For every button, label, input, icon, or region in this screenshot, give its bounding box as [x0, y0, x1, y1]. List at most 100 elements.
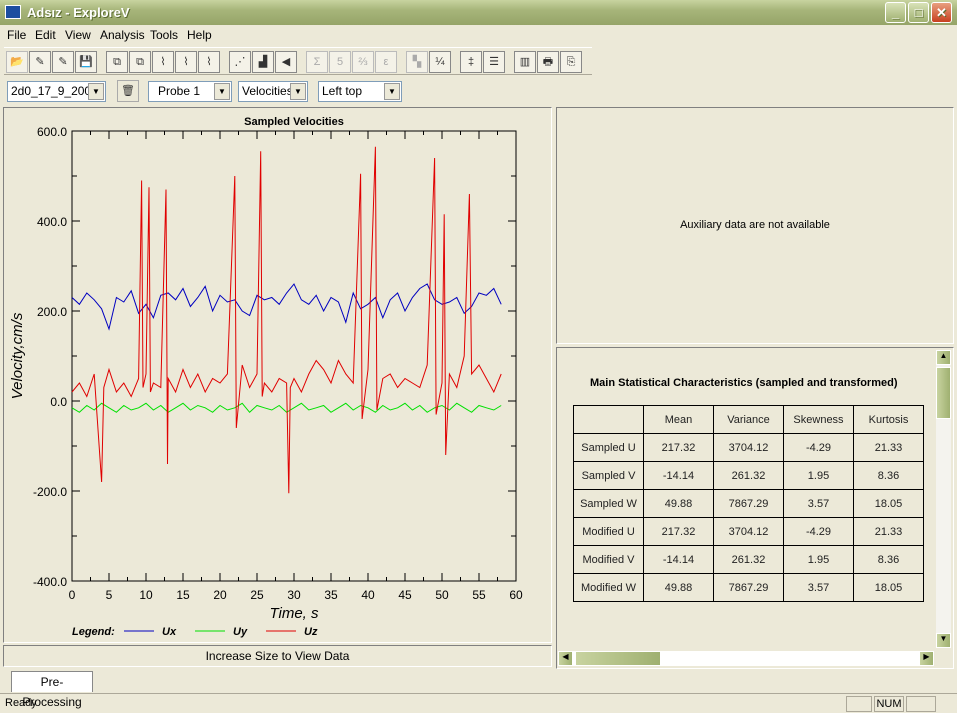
x-tick-label: 10 — [139, 588, 153, 602]
position-select-value: Left top — [322, 84, 363, 98]
tab-pre-processing[interactable]: Pre-Processing — [11, 671, 93, 709]
status-bar: Ready NUM — [0, 693, 957, 713]
title-bar: Adsız - ExploreV _ □ ✕ — [0, 0, 957, 25]
series-line-ux — [71, 283, 502, 331]
table-cell: 3704.12 — [713, 517, 784, 546]
tool-2-3-button[interactable]: ⅔ — [352, 51, 374, 73]
edit-probe-button[interactable]: ✎ — [29, 51, 51, 73]
table-cell: 1.95 — [783, 545, 854, 574]
histogram-button[interactable]: ▟ — [252, 51, 274, 73]
status-text: Ready — [5, 697, 37, 709]
x-tick-label: 55 — [472, 588, 486, 602]
save-icon: 💾 — [79, 56, 93, 68]
menu-help[interactable]: Help — [187, 28, 212, 42]
scroll-right-button[interactable]: ▶ — [919, 651, 934, 666]
vertical-scroll-thumb[interactable] — [936, 367, 951, 419]
table-cell: 3704.12 — [713, 433, 784, 462]
horizontal-scrollbar[interactable]: ◀ ▶ — [558, 651, 934, 666]
x-tick-label: 5 — [106, 588, 113, 602]
copy-button[interactable]: ⎘ — [560, 51, 582, 73]
histogram-icon: ▟ — [258, 56, 268, 68]
open-icon: 📂 — [10, 56, 24, 68]
scatter-icon: ⋰ — [234, 56, 246, 68]
table-cell: Sampled W — [573, 489, 644, 518]
sum-button[interactable]: Σ — [306, 51, 328, 73]
plot-1-button[interactable]: ⌇ — [152, 51, 174, 73]
probe-plot-button[interactable]: ‡ — [460, 51, 482, 73]
edit-probe-icon: ✎ — [35, 56, 45, 68]
fraction-grid-button[interactable]: ¼ — [429, 51, 451, 73]
table-cell: 1.95 — [783, 461, 854, 490]
save-button[interactable]: 💾 — [75, 51, 97, 73]
copy-window-button[interactable]: ⧉ — [106, 51, 128, 73]
table-cell: 217.32 — [643, 433, 714, 462]
table-cell: Variance — [713, 405, 784, 434]
velocity-chart: Sampled Velocities 0 5 10 15 20 25 30 35 40 45 50 55… — [9, 116, 523, 638]
table-row: Sampled W 49.88 7867.29 3.57 18.05 — [573, 489, 924, 518]
app-icon — [5, 5, 21, 19]
table-cell: Modified U — [573, 517, 644, 546]
ruler-button[interactable]: ▥ — [514, 51, 536, 73]
plot-3-button[interactable]: ⌇ — [198, 51, 220, 73]
x-tick-label: 40 — [361, 588, 375, 602]
list-button[interactable]: ☰ — [483, 51, 505, 73]
table-cell: 8.36 — [853, 461, 924, 490]
probe-select[interactable]: Probe 1 ▼ — [148, 81, 232, 102]
maximize-button[interactable]: □ — [908, 2, 929, 23]
plot-2-button[interactable]: ⌇ — [175, 51, 197, 73]
quantity-select-value: Velocities — [242, 84, 293, 98]
menu-tools[interactable]: Tools — [150, 28, 178, 42]
table-cell: -4.29 — [783, 433, 854, 462]
delete-button[interactable]: 🗑 — [117, 80, 139, 102]
copy-window-icon: ⧉ — [113, 56, 121, 68]
tool-gray-button[interactable]: ▚ — [406, 51, 428, 73]
table-cell: Modified V — [573, 545, 644, 574]
window-title: Adsız - ExploreV — [27, 5, 130, 20]
x-tick-label: 60 — [509, 588, 523, 602]
x-tick-label: 50 — [435, 588, 449, 602]
close-button[interactable]: ✕ — [931, 2, 952, 23]
tool-5-button[interactable]: 5 — [329, 51, 351, 73]
series-line-uz — [71, 146, 502, 494]
copy-window-2-button[interactable]: ⧉ — [129, 51, 151, 73]
ruler-icon: ▥ — [519, 56, 531, 68]
tool-epsilon-icon: ε — [383, 56, 389, 68]
table-cell: 261.32 — [713, 545, 784, 574]
table-cell: Mean — [643, 405, 714, 434]
table-cell: Kurtosis — [853, 405, 924, 434]
chevron-down-icon: ▼ — [214, 83, 230, 100]
table-cell: 8.36 — [853, 545, 924, 574]
position-select[interactable]: Left top ▼ — [318, 81, 402, 102]
file-select[interactable]: 2d0_17_9_2009 ▼ — [7, 81, 106, 102]
table-cell: 49.88 — [643, 573, 714, 602]
x-tick-label: 0 — [69, 588, 76, 602]
scroll-left-button[interactable]: ◀ — [558, 651, 573, 666]
stats-title: Main Statistical Characteristics (sample… — [590, 377, 898, 389]
menu-file[interactable]: File — [7, 28, 26, 42]
open-button[interactable]: 📂 — [6, 51, 28, 73]
x-tick-label: 45 — [398, 588, 412, 602]
scatter-button[interactable]: ⋰ — [229, 51, 251, 73]
aux-message: Auxiliary data are not available — [680, 219, 830, 231]
menu-analysis[interactable]: Analysis — [100, 28, 145, 42]
table-row: Modified W 49.88 7867.29 3.57 18.05 — [573, 573, 924, 602]
color-button[interactable]: ◀ — [275, 51, 297, 73]
tool-epsilon-button[interactable]: ε — [375, 51, 397, 73]
table-cell: 7867.29 — [713, 489, 784, 518]
print-button[interactable]: 🖶 — [537, 51, 559, 73]
legend-label-ux: Ux — [162, 626, 177, 638]
table-row: Sampled V -14.14 261.32 1.95 8.36 — [573, 461, 924, 490]
trash-icon: 🗑 — [121, 85, 135, 97]
table-cell: 18.05 — [853, 489, 924, 518]
menu-edit[interactable]: Edit — [35, 28, 56, 42]
scroll-up-button[interactable]: ▲ — [936, 350, 951, 365]
horizontal-scroll-thumb[interactable] — [575, 651, 661, 666]
minimize-button[interactable]: _ — [885, 2, 906, 23]
menu-view[interactable]: View — [65, 28, 91, 42]
edit-probe-2-button[interactable]: ✎ — [52, 51, 74, 73]
x-tick-label: 20 — [213, 588, 227, 602]
quantity-select[interactable]: Velocities ▼ — [238, 81, 308, 102]
vertical-scrollbar[interactable]: ▲ ▼ — [936, 350, 951, 648]
x-tick-label: 15 — [176, 588, 190, 602]
scroll-down-button[interactable]: ▼ — [936, 633, 951, 648]
